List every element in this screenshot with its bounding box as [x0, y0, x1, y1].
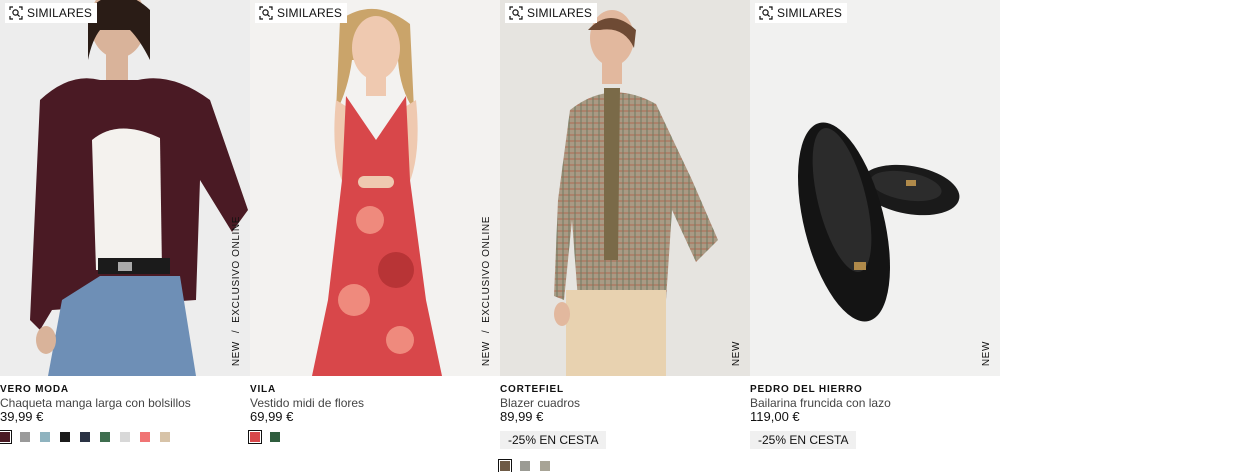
visual-search-icon [759, 6, 773, 20]
product-price: 39,99 € [0, 409, 44, 424]
visual-search-icon [509, 6, 523, 20]
product-card[interactable]: SIMILARES NEW / EXCLUSIVO ONLINE VILA Ve… [248, 0, 500, 472]
tag-new: NEW [731, 340, 742, 366]
tag-online-exclusive: EXCLUSIVO ONLINE [481, 215, 492, 323]
product-name[interactable]: Bailarina fruncida con lazo [750, 396, 891, 410]
tag-online-exclusive: EXCLUSIVO ONLINE [231, 215, 242, 323]
color-swatch[interactable] [270, 432, 280, 442]
product-brand[interactable]: VILA [250, 384, 276, 395]
similar-button[interactable]: SIMILARES [5, 3, 97, 23]
tag-new: NEW [481, 340, 492, 366]
product-brand[interactable]: PEDRO DEL HIERRO [750, 384, 863, 395]
product-price: 119,00 € [750, 409, 800, 424]
color-swatches [0, 430, 170, 444]
product-image[interactable]: SIMILARES NEW [750, 0, 1000, 376]
product-tags: NEW / EXCLUSIVO ONLINE [231, 216, 242, 366]
product-grid: SIMILARES NEW / EXCLUSIVO ONLINE VERO MO… [0, 0, 1000, 472]
color-swatch[interactable] [40, 432, 50, 442]
product-card[interactable]: SIMILARES NEW CORTEFIEL Blazer cuadros 8… [498, 0, 750, 472]
color-swatch[interactable] [248, 430, 262, 444]
promo-badge: -25% EN CESTA [750, 431, 857, 449]
product-card[interactable]: SIMILARES NEW / EXCLUSIVO ONLINE VERO MO… [0, 0, 250, 472]
visual-search-icon [9, 6, 23, 20]
color-swatch[interactable] [20, 432, 30, 442]
similar-label: SIMILARES [777, 6, 842, 20]
color-swatch[interactable] [140, 432, 150, 442]
product-price: 69,99 € [250, 409, 294, 424]
product-tags: NEW [731, 341, 742, 366]
product-name[interactable]: Vestido midi de flores [250, 396, 364, 410]
product-brand[interactable]: CORTEFIEL [500, 384, 564, 395]
visual-search-icon [259, 6, 273, 20]
tag-separator: / [231, 330, 242, 334]
product-image[interactable]: SIMILARES NEW [500, 0, 750, 376]
color-swatches [248, 430, 280, 444]
color-swatch[interactable] [60, 432, 70, 442]
color-swatch[interactable] [120, 432, 130, 442]
color-swatch[interactable] [160, 432, 170, 442]
similar-label: SIMILARES [527, 6, 592, 20]
product-tags: NEW / EXCLUSIVO ONLINE [481, 216, 492, 366]
similar-button[interactable]: SIMILARES [755, 3, 847, 23]
similar-label: SIMILARES [277, 6, 342, 20]
promo-badge: -25% EN CESTA [500, 431, 607, 449]
product-tags: NEW [981, 341, 992, 366]
color-swatch[interactable] [540, 461, 550, 471]
similar-label: SIMILARES [27, 6, 92, 20]
product-price: 89,99 € [500, 409, 544, 424]
product-brand[interactable]: VERO MODA [0, 384, 69, 395]
color-swatches [498, 459, 550, 472]
color-swatch[interactable] [520, 461, 530, 471]
color-swatch[interactable] [498, 459, 512, 472]
tag-new: NEW [231, 340, 242, 366]
product-name[interactable]: Blazer cuadros [500, 396, 580, 410]
tag-new: NEW [981, 340, 992, 366]
color-swatch[interactable] [80, 432, 90, 442]
similar-button[interactable]: SIMILARES [255, 3, 347, 23]
similar-button[interactable]: SIMILARES [505, 3, 597, 23]
tag-separator: / [481, 330, 492, 334]
color-swatch[interactable] [0, 430, 12, 444]
product-image[interactable]: SIMILARES NEW / EXCLUSIVO ONLINE [0, 0, 250, 376]
product-card[interactable]: SIMILARES NEW PEDRO DEL HIERRO Bailarina… [750, 0, 1000, 472]
color-swatch[interactable] [100, 432, 110, 442]
product-name[interactable]: Chaqueta manga larga con bolsillos [0, 396, 191, 410]
product-image[interactable]: SIMILARES NEW / EXCLUSIVO ONLINE [250, 0, 500, 376]
